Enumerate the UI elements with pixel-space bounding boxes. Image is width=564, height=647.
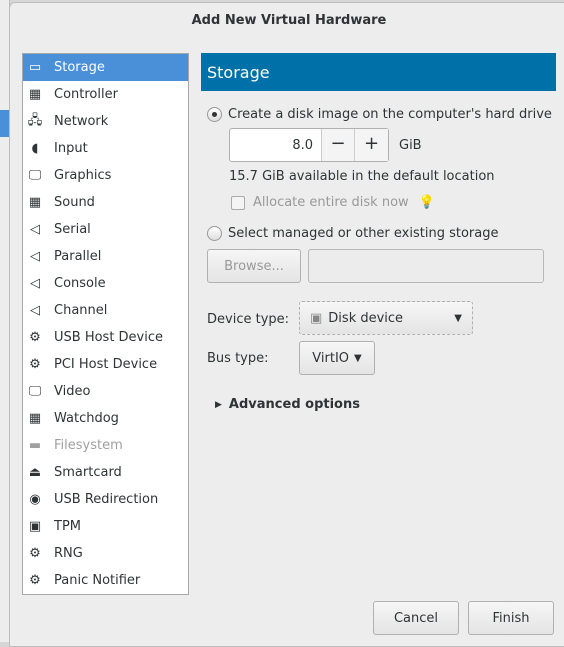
list-item-smartcard[interactable]: ⏏ Smartcard — [23, 459, 188, 486]
list-item-video[interactable]: 🖵 Video — [23, 378, 188, 405]
list-item-label: Sound — [54, 195, 95, 210]
list-item-label: Input — [54, 141, 88, 156]
radio-unchecked[interactable] — [207, 226, 222, 241]
background-selection — [0, 110, 9, 137]
chevron-down-icon: ▼ — [354, 352, 362, 364]
create-disk-label: Create a disk image on the computer's ha… — [228, 107, 552, 122]
list-item-graphics[interactable]: 🖵 Graphics — [23, 162, 188, 189]
list-item-tpm[interactable]: ▣ TPM — [23, 513, 188, 540]
storage-path-input[interactable] — [308, 249, 544, 283]
list-item-label: Graphics — [54, 168, 112, 183]
allocate-label: Allocate entire disk now — [253, 195, 409, 210]
list-item-label: Storage — [54, 60, 105, 75]
list-item-label: TPM — [54, 519, 81, 534]
expander-arrow-icon: ▶ — [215, 399, 222, 410]
list-item-label: Network — [54, 114, 109, 129]
list-item-label: Watchdog — [54, 411, 119, 426]
list-item-label: Panic Notifier — [54, 573, 141, 588]
list-item-channel[interactable]: ◁ Channel — [23, 297, 188, 324]
bus-type-dropdown[interactable]: VirtIO ▼ — [299, 341, 375, 375]
device-type-dropdown[interactable]: ▣ Disk device ▼ — [299, 301, 473, 335]
available-space: 15.7 GiB available in the default locati… — [229, 169, 495, 184]
size-unit: GiB — [399, 137, 422, 153]
mouse-icon: ◖ — [31, 141, 39, 156]
usb-icon: ◉ — [29, 492, 41, 507]
watchdog-icon: ▦ — [28, 411, 42, 426]
usb-host-device-icon: ⚙ — [29, 330, 41, 345]
channel-port-icon: ◁ — [30, 303, 40, 318]
list-item-label: Video — [54, 384, 91, 399]
create-disk-radio[interactable]: Create a disk image on the computer's ha… — [207, 107, 552, 122]
list-item-pci-host-device[interactable]: ⚙ PCI Host Device — [23, 351, 188, 378]
browse-button[interactable]: Browse... — [207, 249, 301, 283]
list-item-network[interactable]: 🖧 Network — [23, 108, 188, 135]
increment-button[interactable]: + — [355, 129, 388, 161]
list-item-label: Console — [54, 276, 106, 291]
list-item-controller[interactable]: ▦ Controller — [23, 81, 188, 108]
checkbox[interactable] — [231, 195, 245, 210]
list-item-console[interactable]: ◁ Console — [23, 270, 188, 297]
list-item-label: Parallel — [54, 249, 102, 264]
chevron-down-icon: ▼ — [454, 312, 462, 324]
sound-card-icon: ▦ — [28, 195, 42, 210]
list-item-usb-redirection[interactable]: ◉ USB Redirection — [23, 486, 188, 513]
panel-header: Storage — [201, 53, 556, 91]
list-item-serial[interactable]: ◁ Serial — [23, 216, 188, 243]
advanced-options-expander[interactable]: ▶ Advanced options — [215, 397, 360, 412]
dialog-title: Add New Virtual Hardware — [191, 13, 387, 28]
list-item-label: Smartcard — [54, 465, 122, 480]
cancel-button[interactable]: Cancel — [373, 601, 459, 635]
device-type-value: Disk device — [328, 310, 404, 326]
add-hardware-dialog: Add New Virtual Hardware ▭ Storage ▦ Contro… — [9, 2, 564, 647]
list-item-label: PCI Host Device — [54, 357, 158, 372]
chip-icon: ▣ — [28, 519, 42, 534]
list-item-label: Filesystem — [54, 438, 123, 453]
storage-panel: Storage Create a disk image on the compu… — [201, 53, 556, 412]
list-item-rng[interactable]: ⚙ RNG — [23, 540, 188, 567]
disk-size-input[interactable]: 8.0 — [230, 129, 322, 161]
lightbulb-icon: 💡 — [418, 195, 435, 210]
select-storage-label: Select managed or other existing storage — [228, 226, 499, 241]
serial-port-icon: ◁ — [30, 222, 40, 237]
list-item-filesystem[interactable]: ▬ Filesystem — [23, 432, 188, 459]
list-item-label: USB Host Device — [54, 330, 164, 345]
pci-host-device-icon: ⚙ — [29, 357, 41, 372]
hardware-type-list: ▭ Storage ▦ Controller 🖧 Network ◖ Input 🖵 Graphi… — [22, 53, 189, 595]
finish-button[interactable]: Finish — [468, 601, 554, 635]
gears-icon: ⚙ — [29, 546, 41, 561]
list-item-panic-notifier[interactable]: ⚙ Panic Notifier — [23, 567, 188, 594]
allocate-checkbox[interactable]: Allocate entire disk now 💡 — [231, 195, 435, 210]
list-item-storage[interactable]: ▭ Storage — [23, 54, 188, 81]
advanced-options-label: Advanced options — [228, 397, 360, 412]
list-item-label: Controller — [54, 87, 118, 102]
decrement-button[interactable]: − — [322, 129, 355, 161]
parallel-port-icon: ◁ — [30, 249, 40, 264]
disk-size-spinner[interactable]: 8.0 − + — [229, 128, 389, 162]
monitor-icon: 🖵 — [28, 168, 42, 183]
controller-icon: ▦ — [28, 87, 42, 102]
network-icon: 🖧 — [27, 112, 43, 128]
list-item-label: Serial — [54, 222, 91, 237]
select-storage-radio[interactable]: Select managed or other existing storage — [207, 226, 498, 241]
gears-icon: ⚙ — [29, 573, 41, 588]
list-item-label: USB Redirection — [54, 492, 159, 507]
list-item-label: RNG — [54, 546, 83, 561]
bus-type-value: VirtIO — [312, 350, 350, 366]
list-item-watchdog[interactable]: ▦ Watchdog — [23, 405, 188, 432]
device-type-label: Device type: — [207, 312, 290, 327]
list-item-usb-host-device[interactable]: ⚙ USB Host Device — [23, 324, 188, 351]
list-item-sound[interactable]: ▦ Sound — [23, 189, 188, 216]
list-item-label: Channel — [54, 303, 108, 318]
radio-checked[interactable] — [207, 107, 222, 122]
folder-icon: ▬ — [28, 438, 42, 453]
disk-icon: ▣ — [310, 310, 323, 326]
bus-type-label: Bus type: — [207, 351, 269, 366]
list-item-input[interactable]: ◖ Input — [23, 135, 188, 162]
video-icon: 🖵 — [28, 384, 42, 399]
smartcard-icon: ⏏ — [28, 465, 42, 480]
storage-icon: ▭ — [28, 60, 42, 75]
console-port-icon: ◁ — [30, 276, 40, 291]
list-item-parallel[interactable]: ◁ Parallel — [23, 243, 188, 270]
